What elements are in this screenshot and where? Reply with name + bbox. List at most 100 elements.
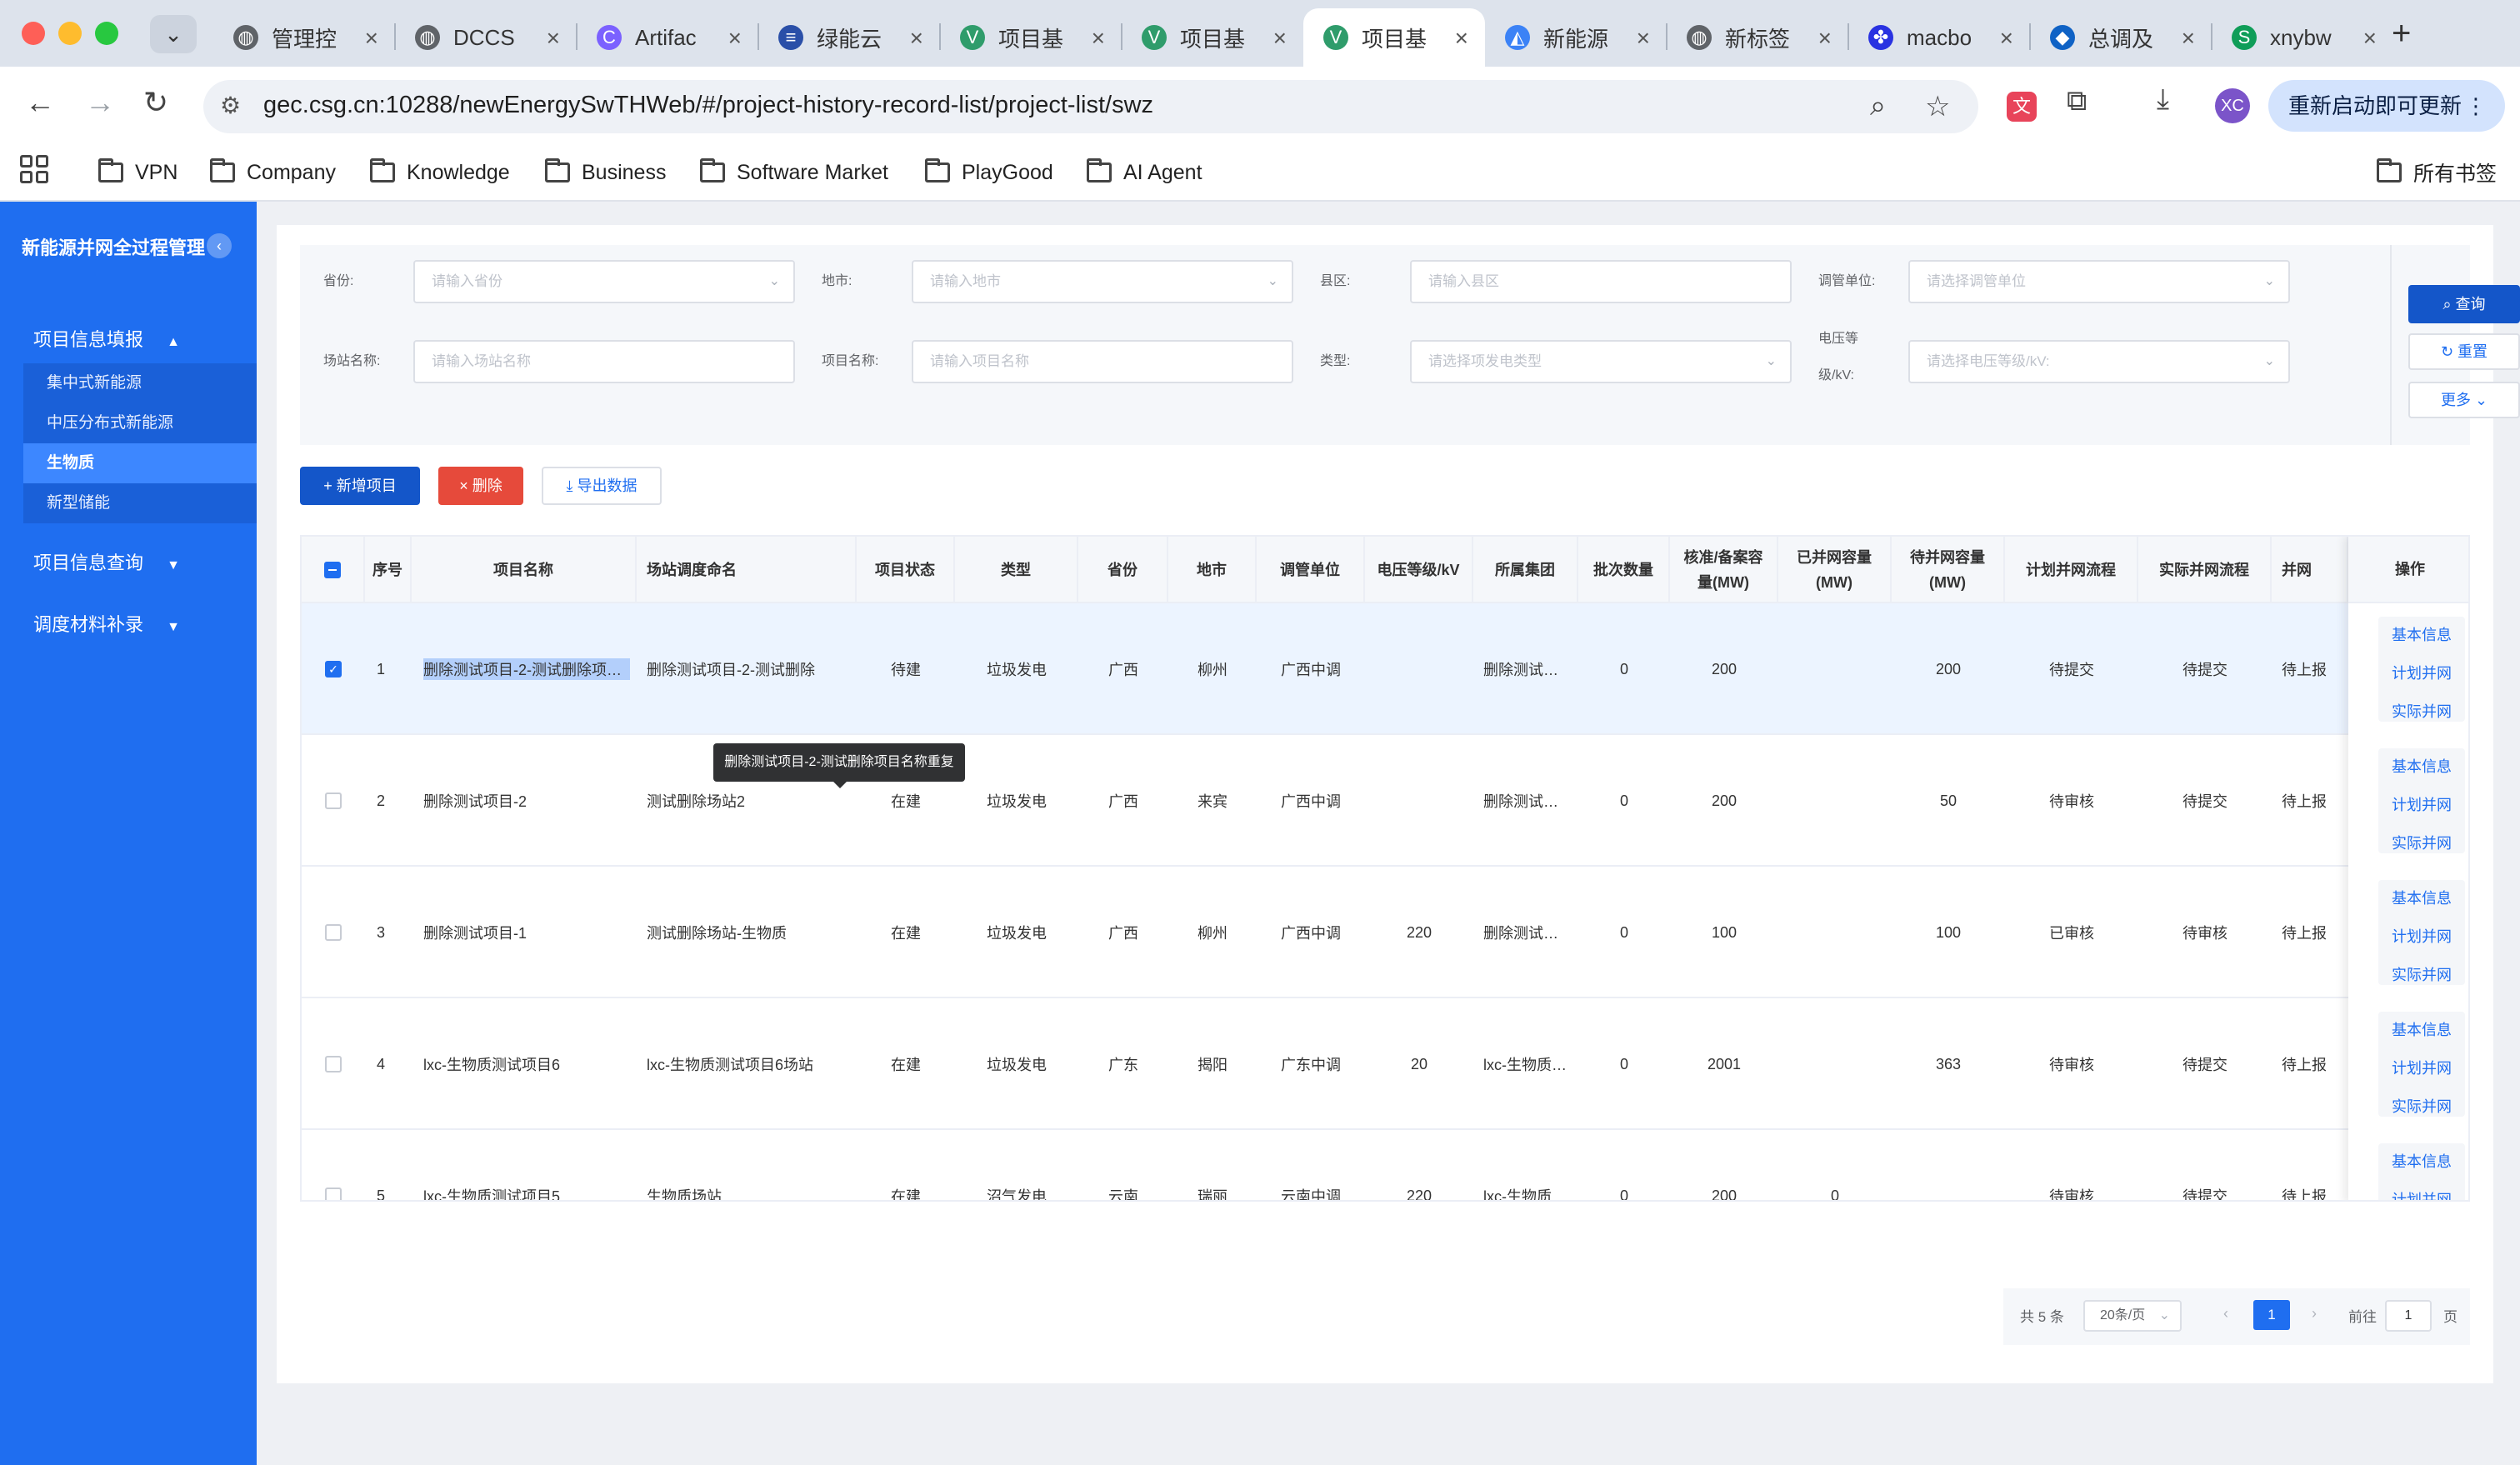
bookmark-star-icon[interactable]: ☆ [1925,90,1950,123]
tab-close-icon[interactable]: × [2182,25,2195,52]
table-row[interactable]: 2 删除测试项目-2 测试删除场站2 在建 垃圾发电 广西 来宾 广西中调 删除测试集团 0 200… [302,735,2468,867]
relaunch-update-button[interactable]: 重新启动即可更新 ⋮ [2268,80,2505,132]
browser-tab[interactable]: ◍ 管理控 × [213,8,395,67]
plan-grid-link[interactable]: 计划并网 [2378,1057,2465,1078]
menu-group-project-fill[interactable]: 项目信息填报 ▲ [33,325,180,352]
plan-grid-link[interactable]: 计划并网 [2378,1188,2465,1200]
table-row[interactable]: ✓ 1 删除测试项目-2-测试删除项目名称重复 删除测试项目-2-测试删除 待建 垃圾发电… [302,603,2468,735]
url-text[interactable]: gec.csg.cn:10288/newEnergySwTHWeb/#/proj… [263,92,1153,119]
browser-tab[interactable]: ≡ 绿能云 × [758,8,940,67]
menu-item-biomass[interactable]: 生物质 [23,443,257,483]
basic-info-link[interactable]: 基本信息 [2378,1018,2465,1040]
row-checkbox[interactable] [325,1056,342,1072]
browser-tab[interactable]: ◍ DCCS × [395,8,577,67]
new-tab-button[interactable]: + [2392,15,2411,52]
export-button[interactable]: ⤓ 导出数据 [542,467,662,505]
tab-search-chevron-icon[interactable]: ⌄ [150,15,197,53]
actual-grid-link[interactable]: 实际并网 [2378,963,2465,985]
page-size-select[interactable]: 20条/页 ⌄ [2083,1300,2182,1332]
menu-item-centralized[interactable]: 集中式新能源 [23,363,257,403]
table-row[interactable]: 5 lxc-生物质测试项目5 生物质场站 在建 沼气发电 云南 瑞丽 云南中调 220 lxc-生… [302,1130,2468,1200]
basic-info-link[interactable]: 基本信息 [2378,623,2465,645]
forward-icon[interactable]: → [85,85,115,120]
tab-close-icon[interactable]: × [2363,25,2377,52]
actual-grid-link[interactable]: 实际并网 [2378,700,2465,722]
browser-tab[interactable]: ✤ macbo × [1848,8,2030,67]
zoom-search-icon[interactable]: ⌕ [1870,90,1886,122]
browser-tab[interactable]: V 项目基 × [1122,8,1303,67]
translate-extension-icon[interactable]: 文 [2007,92,2037,122]
apps-grid-icon[interactable] [20,155,48,183]
tab-close-icon[interactable]: × [365,25,378,52]
bookmark-item[interactable]: VPN [98,153,178,192]
prev-page-icon[interactable]: ‹ [2223,1305,2228,1322]
tab-close-icon[interactable]: × [1455,25,1468,52]
maximize-window-button[interactable] [95,22,118,45]
goto-page-input[interactable]: 1 [2385,1300,2432,1332]
all-bookmarks[interactable]: 所有书签 [2377,153,2497,192]
row-checkbox[interactable]: ✓ [325,661,342,678]
browser-tab[interactable]: C Artifac × [577,8,758,67]
row-checkbox[interactable] [325,792,342,809]
tab-close-icon[interactable]: × [1637,25,1650,52]
menu-item-storage[interactable]: 新型储能 [23,483,257,523]
bookmark-item[interactable]: Software Market [700,153,888,192]
project-name-input[interactable]: 请输入项目名称 [912,340,1293,383]
bookmark-item[interactable]: Business [545,153,666,192]
browser-tab[interactable]: Sxnybw × [2212,8,2393,67]
row-checkbox[interactable] [325,1188,342,1200]
tab-close-icon[interactable]: × [728,25,742,52]
city-select[interactable]: 请输入地市 ⌄ [912,260,1293,303]
next-page-icon[interactable]: › [2312,1305,2317,1322]
query-button[interactable]: ⌕ 查询 [2408,285,2520,323]
site-info-icon[interactable]: ⚙ [220,92,250,122]
plan-grid-link[interactable]: 计划并网 [2378,793,2465,815]
tab-close-icon[interactable]: × [1273,25,1287,52]
menu-item-distributed[interactable]: 中压分布式新能源 [23,403,257,443]
add-project-button[interactable]: + 新增项目 [300,467,420,505]
actual-grid-link[interactable]: 实际并网 [2378,832,2465,853]
bookmark-item[interactable]: Knowledge [370,153,510,192]
plan-grid-link[interactable]: 计划并网 [2378,925,2465,947]
basic-info-link[interactable]: 基本信息 [2378,887,2465,908]
bookmark-item[interactable]: PlayGood [925,153,1053,192]
close-window-button[interactable] [22,22,45,45]
bookmark-item[interactable]: AI Agent [1087,153,1202,192]
address-bar[interactable]: ⚙ gec.csg.cn:10288/newEnergySwTHWeb/#/pr… [203,80,1978,133]
browser-tab[interactable]: ◭ 新能源 × [1485,8,1667,67]
voltage-select[interactable]: 请选择电压等级/kV: ⌄ [1908,340,2290,383]
more-button[interactable]: 更多 ⌄ [2408,382,2520,418]
back-icon[interactable]: ← [25,85,55,120]
profile-avatar[interactable]: XC [2215,88,2250,123]
dispatch-unit-select[interactable]: 请选择调管单位 ⌄ [1908,260,2290,303]
plan-grid-link[interactable]: 计划并网 [2378,662,2465,683]
tab-close-icon[interactable]: × [1092,25,1105,52]
table-row[interactable]: 3 删除测试项目-1 测试删除场站-生物质 在建 垃圾发电 广西 柳州 广西中调 220 删除测试… [302,867,2468,998]
delete-button[interactable]: × 删除 [438,467,523,505]
extensions-icon[interactable]: ⧉ [2067,85,2087,118]
tab-close-icon[interactable]: × [547,25,560,52]
tab-close-icon[interactable]: × [910,25,923,52]
select-all-checkbox[interactable] [324,562,341,578]
browser-tab[interactable]: ◍ 新标签 × [1667,8,1848,67]
minimize-window-button[interactable] [58,22,82,45]
basic-info-link[interactable]: 基本信息 [2378,755,2465,777]
type-select[interactable]: 请选择项发电类型 ⌄ [1410,340,1792,383]
current-page[interactable]: 1 [2253,1300,2290,1330]
download-icon[interactable]: ⤓ [2157,83,2169,116]
tab-close-icon[interactable]: × [1818,25,1832,52]
browser-tab[interactable]: V 项目基 × [1303,8,1485,67]
actual-grid-link[interactable]: 实际并网 [2378,1095,2465,1117]
browser-tab[interactable]: ◆ 总调及 × [2030,8,2212,67]
station-name-input[interactable]: 请输入场站名称 [413,340,795,383]
menu-group-dispatch-materials[interactable]: 调度材料补录 ▼ [33,610,180,637]
tab-close-icon[interactable]: × [2000,25,2013,52]
county-input[interactable]: 请输入县区 [1410,260,1792,303]
reset-button[interactable]: ↻ 重置 [2408,333,2520,370]
reload-icon[interactable]: ↻ [143,85,168,120]
collapse-sidebar-icon[interactable]: ‹ [207,233,232,258]
province-select[interactable]: 请输入省份 ⌄ [413,260,795,303]
menu-group-project-query[interactable]: 项目信息查询 ▼ [33,548,180,575]
bookmark-item[interactable]: Company [210,153,336,192]
browser-tab[interactable]: V 项目基 × [940,8,1122,67]
